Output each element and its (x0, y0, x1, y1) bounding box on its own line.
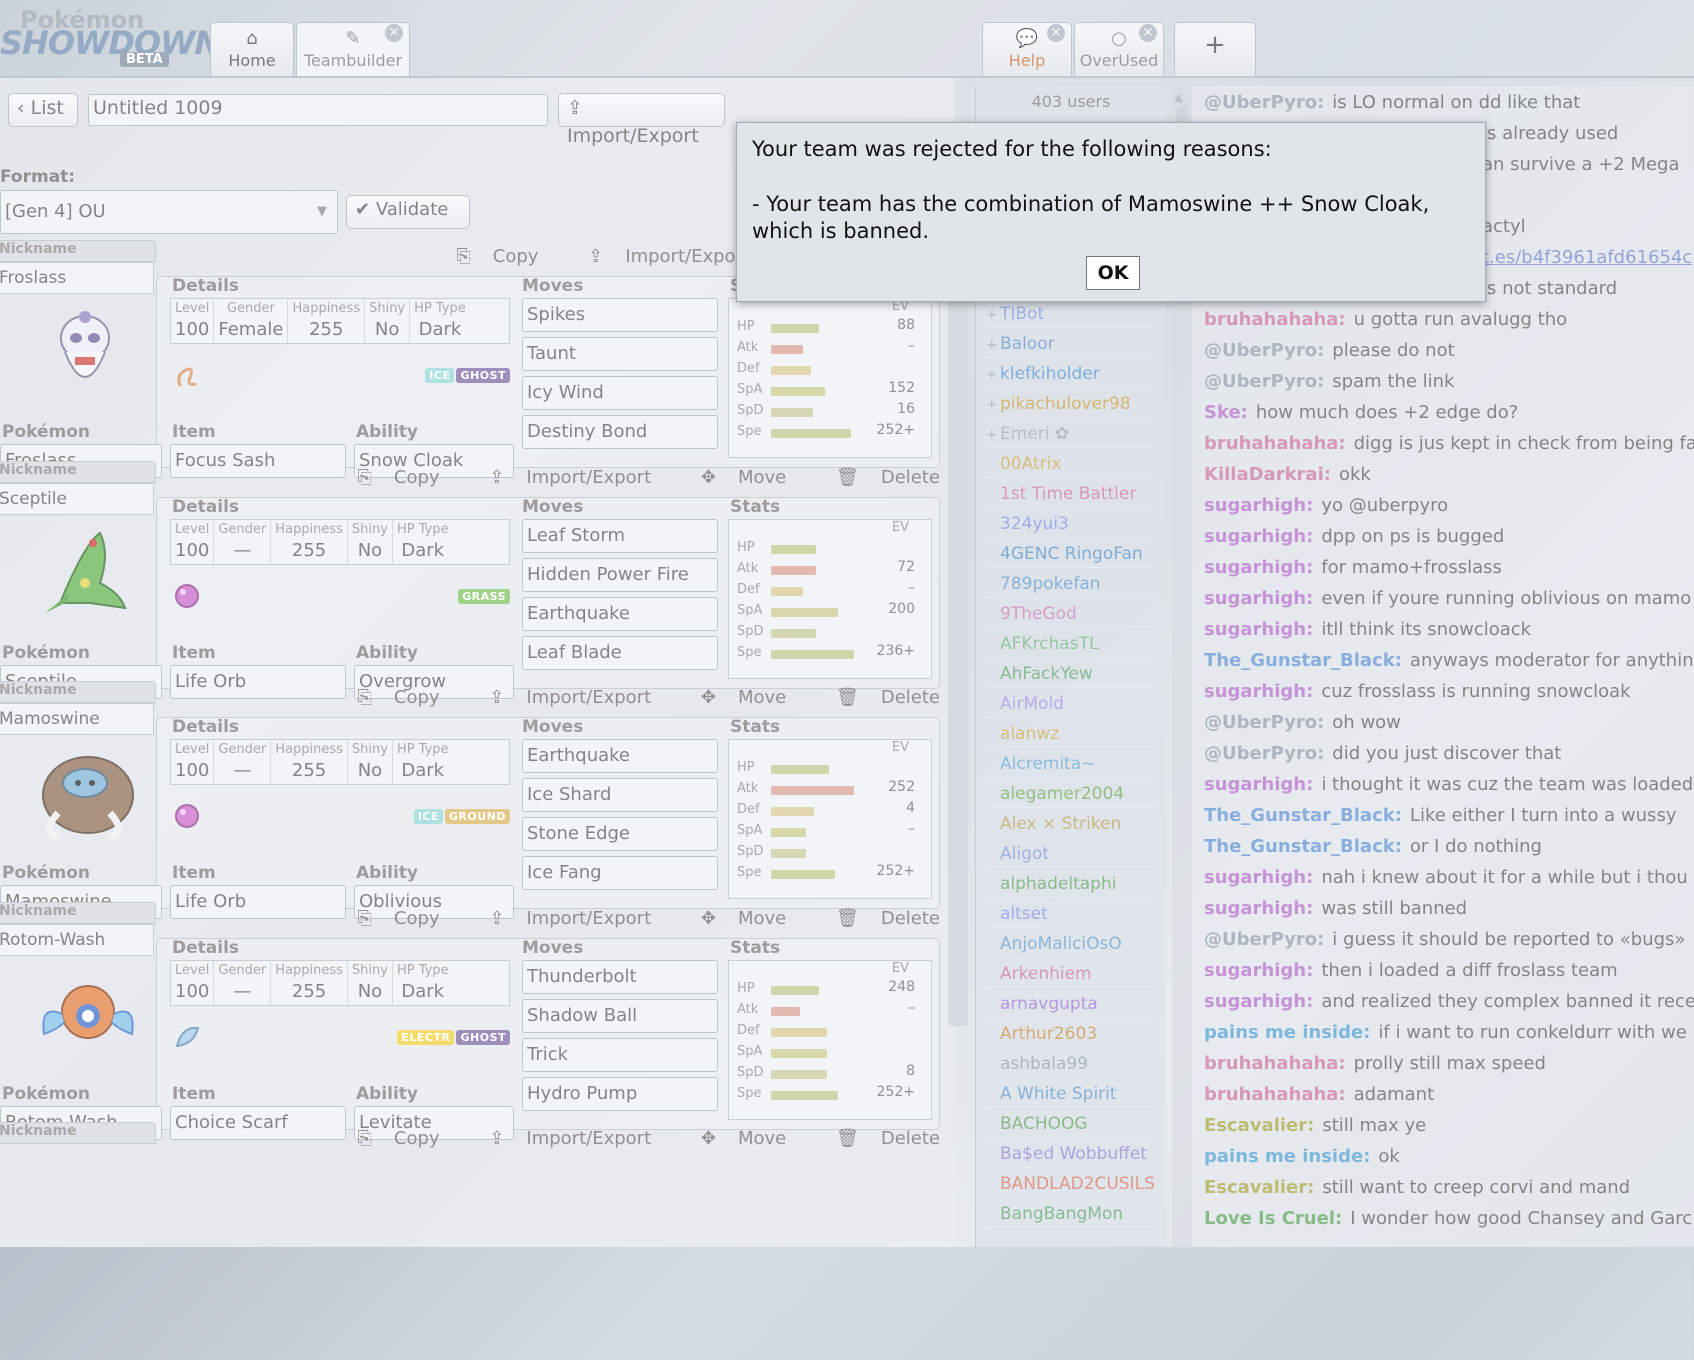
rejection-dialog: Your team was rejected for the following… (736, 122, 1486, 302)
ok-button[interactable]: OK (1086, 256, 1140, 290)
dialog-heading: Your team was rejected for the following… (752, 137, 1272, 161)
dialog-reason: - Your team has the combination of Mamos… (752, 192, 1430, 243)
